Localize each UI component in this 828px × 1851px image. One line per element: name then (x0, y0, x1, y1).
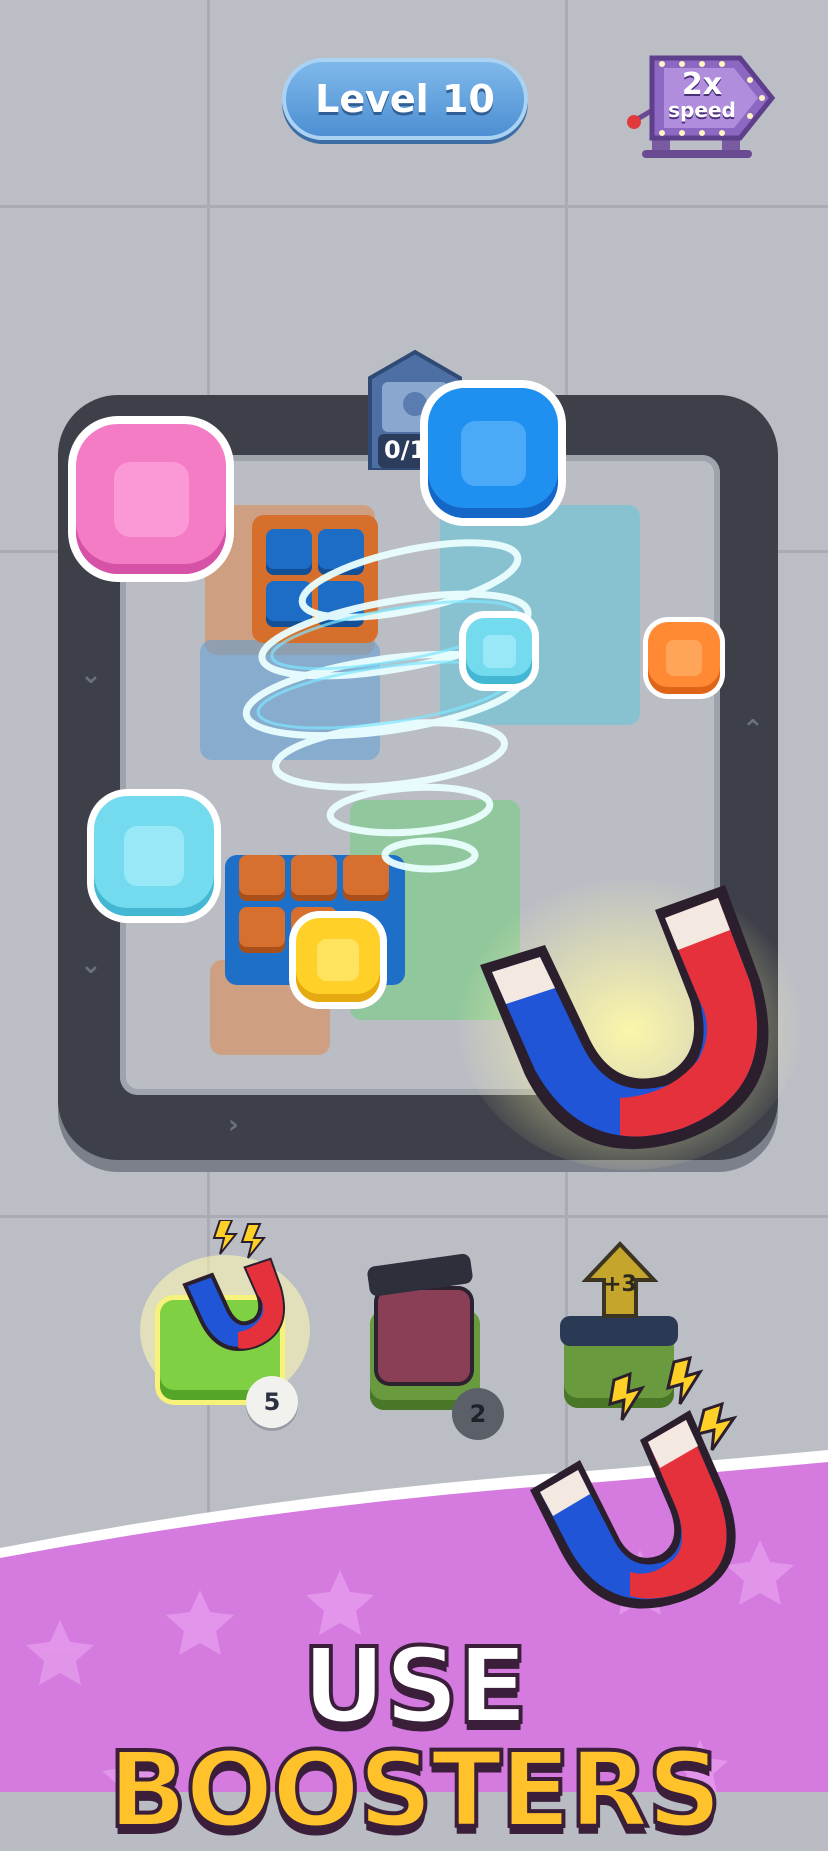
flying-cube-pink (76, 424, 226, 574)
magnet-icon (455, 860, 800, 1170)
flying-cube-blue (428, 388, 558, 518)
chevron-up-icon: ⌃ (742, 715, 764, 745)
chevron-down-icon: ⌄ (80, 660, 102, 690)
speed-multiplier: 2x (681, 67, 723, 102)
slot-tray (560, 1316, 678, 1346)
shuffle-box (378, 1290, 470, 1382)
booster-count-badge: 5 (246, 1376, 298, 1428)
flying-cube-cyan (94, 796, 214, 916)
level-label: Level 10 (315, 77, 495, 121)
slot-bonus-label: +3 (603, 1272, 637, 1297)
promo-word-boosters: BOOSTERS (106, 1729, 724, 1851)
flying-cube-orange (648, 622, 720, 694)
chevron-down-icon: ⌄ (80, 950, 102, 980)
block-cell (239, 907, 285, 953)
booster-magnet[interactable]: 5 (140, 1220, 310, 1428)
level-indicator: Level 10 (282, 58, 528, 140)
flying-cube-yellow (296, 918, 380, 1002)
lightning-icon (608, 1356, 738, 1451)
lightning-icon (212, 1220, 267, 1259)
promo-headline: USE BOOSTERS (0, 1632, 828, 1844)
booster-shuffle[interactable]: 2 (360, 1250, 510, 1440)
chevron-right-icon: › (228, 1110, 239, 1140)
tornado-effect (242, 539, 532, 873)
flying-cube-cyan (466, 618, 532, 684)
speed-label-group: 2x speed (654, 67, 750, 122)
speed-label: speed (668, 98, 736, 122)
